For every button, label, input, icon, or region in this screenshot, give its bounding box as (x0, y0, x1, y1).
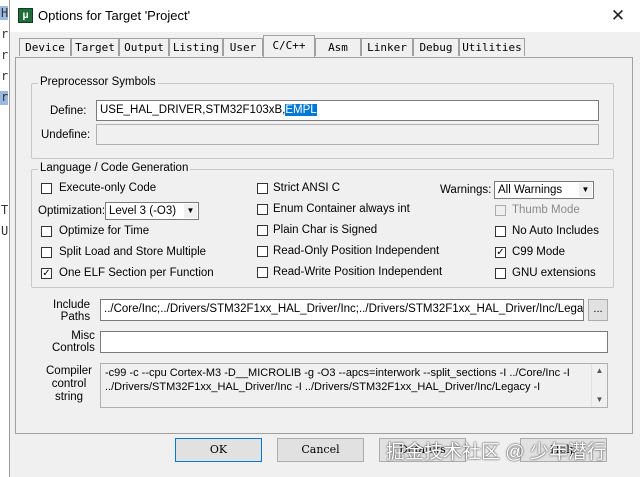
execute-only-checkbox[interactable] (41, 183, 52, 194)
tab-linker[interactable]: Linker (361, 38, 413, 56)
compiler-control-line2: ../Drivers/STM32F1xx_HAL_Driver/Inc -I .… (105, 381, 541, 393)
chevron-down-icon: ▼ (579, 183, 592, 197)
thumb-mode-checkbox[interactable] (495, 205, 506, 216)
undefine-input[interactable] (96, 124, 599, 145)
include-paths-browse-button[interactable]: ... (588, 299, 608, 321)
preprocessor-group: Preprocessor Symbols Define: USE_HAL_DRI… (31, 76, 614, 159)
ro-pi-checkbox[interactable] (257, 246, 268, 257)
tab-c-cpp[interactable]: C/C++ (263, 35, 315, 57)
tab-target[interactable]: Target (71, 38, 119, 56)
c-cpp-tab-panel: Preprocessor Symbols Define: USE_HAL_DRI… (15, 57, 633, 434)
compiler-control-scrollbar[interactable]: ▲ ▼ (591, 364, 607, 407)
strict-ansi-checkbox[interactable] (257, 183, 268, 194)
language-group: Language / Code Generation Execute-only … (31, 162, 614, 288)
misc-controls-label: Misc Controls (52, 330, 95, 354)
background-glyph: r (1, 27, 9, 41)
background-glyph: r (1, 69, 9, 83)
tab-listing[interactable]: Listing (169, 38, 223, 56)
background-glyph: H (1, 6, 9, 20)
rw-pi-label: Read-Write Position Independent (273, 266, 443, 278)
scroll-down-icon[interactable]: ▼ (592, 393, 607, 407)
title-bar: μ Options for Target 'Project' ✕ (10, 0, 640, 32)
include-label-line2: Paths (60, 311, 91, 323)
optimization-label: Optimization: (38, 205, 106, 217)
strict-ansi-label: Strict ANSI C (273, 182, 341, 194)
define-label: Define: (50, 105, 87, 117)
scroll-up-icon[interactable]: ▲ (592, 364, 607, 378)
cancel-button[interactable]: Cancel (277, 438, 364, 462)
close-button[interactable]: ✕ (607, 6, 629, 26)
tab-device[interactable]: Device (19, 38, 71, 56)
background-glyph: r (1, 90, 9, 104)
c99-mode-checkbox[interactable]: ✓ (495, 247, 506, 258)
plain-char-label: Plain Char is Signed (273, 224, 378, 236)
compiler-control-label: Compiler control string (46, 365, 92, 404)
preprocessor-group-title: Preprocessor Symbols (38, 76, 158, 88)
thumb-mode-label: Thumb Mode (512, 204, 580, 216)
include-paths-label: Include Paths (53, 299, 90, 323)
rw-pi-checkbox[interactable] (257, 267, 268, 278)
ro-pi-label: Read-Only Position Independent (273, 245, 440, 257)
no-auto-includes-label: No Auto Includes (512, 225, 599, 237)
background-glyph: T (1, 203, 9, 217)
include-label-line1: Include (53, 299, 91, 311)
gnu-extensions-label: GNU extensions (512, 267, 596, 279)
optimize-time-label: Optimize for Time (59, 225, 150, 237)
tab-debug[interactable]: Debug (413, 38, 459, 56)
split-load-checkbox[interactable] (41, 247, 52, 258)
optimization-value: Level 3 (-O3) (109, 205, 177, 217)
compiler-label-line2: control (51, 378, 87, 390)
undefine-label: Undefine: (41, 129, 91, 141)
enum-container-label: Enum Container always int (273, 203, 410, 215)
tab-asm[interactable]: Asm (315, 38, 361, 56)
tab-user[interactable]: User (223, 38, 263, 56)
one-elf-checkbox[interactable]: ✓ (41, 268, 52, 279)
one-elf-label: One ELF Section per Function (59, 267, 214, 279)
warnings-select[interactable]: All Warnings ▼ (494, 181, 594, 199)
tab-output[interactable]: Output (119, 38, 169, 56)
optimization-select[interactable]: Level 3 (-O3) ▼ (105, 202, 199, 220)
plain-char-checkbox[interactable] (257, 225, 268, 236)
background-glyph: r (1, 48, 9, 62)
misc-controls-input[interactable] (100, 331, 608, 353)
ok-button[interactable]: OK (175, 438, 262, 462)
no-auto-includes-checkbox[interactable] (495, 226, 506, 237)
chevron-down-icon: ▼ (184, 204, 197, 218)
compiler-control-line1: -c99 -c --cpu Cortex-M3 -D__MICROLIB -g … (105, 367, 570, 379)
define-selected-text: EMPL (285, 104, 317, 116)
keil-app-icon: μ (18, 8, 33, 23)
language-group-title: Language / Code Generation (38, 162, 191, 174)
compiler-control-textarea[interactable]: -c99 -c --cpu Cortex-M3 -D__MICROLIB -g … (100, 363, 608, 408)
c99-mode-label: C99 Mode (512, 246, 566, 258)
warnings-label: Warnings: (440, 184, 492, 196)
tab-utilities[interactable]: Utilities (459, 38, 525, 56)
optimize-time-checkbox[interactable] (41, 226, 52, 237)
define-value: USE_HAL_DRIVER,STM32F103xB, (100, 104, 286, 116)
compiler-label-line3: string (54, 391, 84, 403)
define-input[interactable]: USE_HAL_DRIVER,STM32F103xB,EMPL (96, 100, 599, 121)
warnings-value: All Warnings (498, 184, 563, 196)
watermark-text: 掘金技术社区 @ 少年潜行 (386, 442, 606, 463)
background-glyph: U (1, 224, 9, 238)
options-dialog: μ Options for Target 'Project' ✕ Device … (9, 0, 640, 477)
split-load-label: Split Load and Store Multiple (59, 246, 207, 258)
gnu-extensions-checkbox[interactable] (495, 268, 506, 279)
execute-only-label: Execute-only Code (59, 182, 157, 194)
enum-container-checkbox[interactable] (257, 204, 268, 215)
misc-label-line2: Controls (52, 342, 95, 354)
compiler-label-line1: Compiler (46, 365, 93, 377)
window-title: Options for Target 'Project' (38, 8, 191, 23)
include-paths-input[interactable]: ../Core/Inc;../Drivers/STM32F1xx_HAL_Dri… (100, 299, 584, 321)
misc-label-line1: Misc (71, 330, 95, 342)
